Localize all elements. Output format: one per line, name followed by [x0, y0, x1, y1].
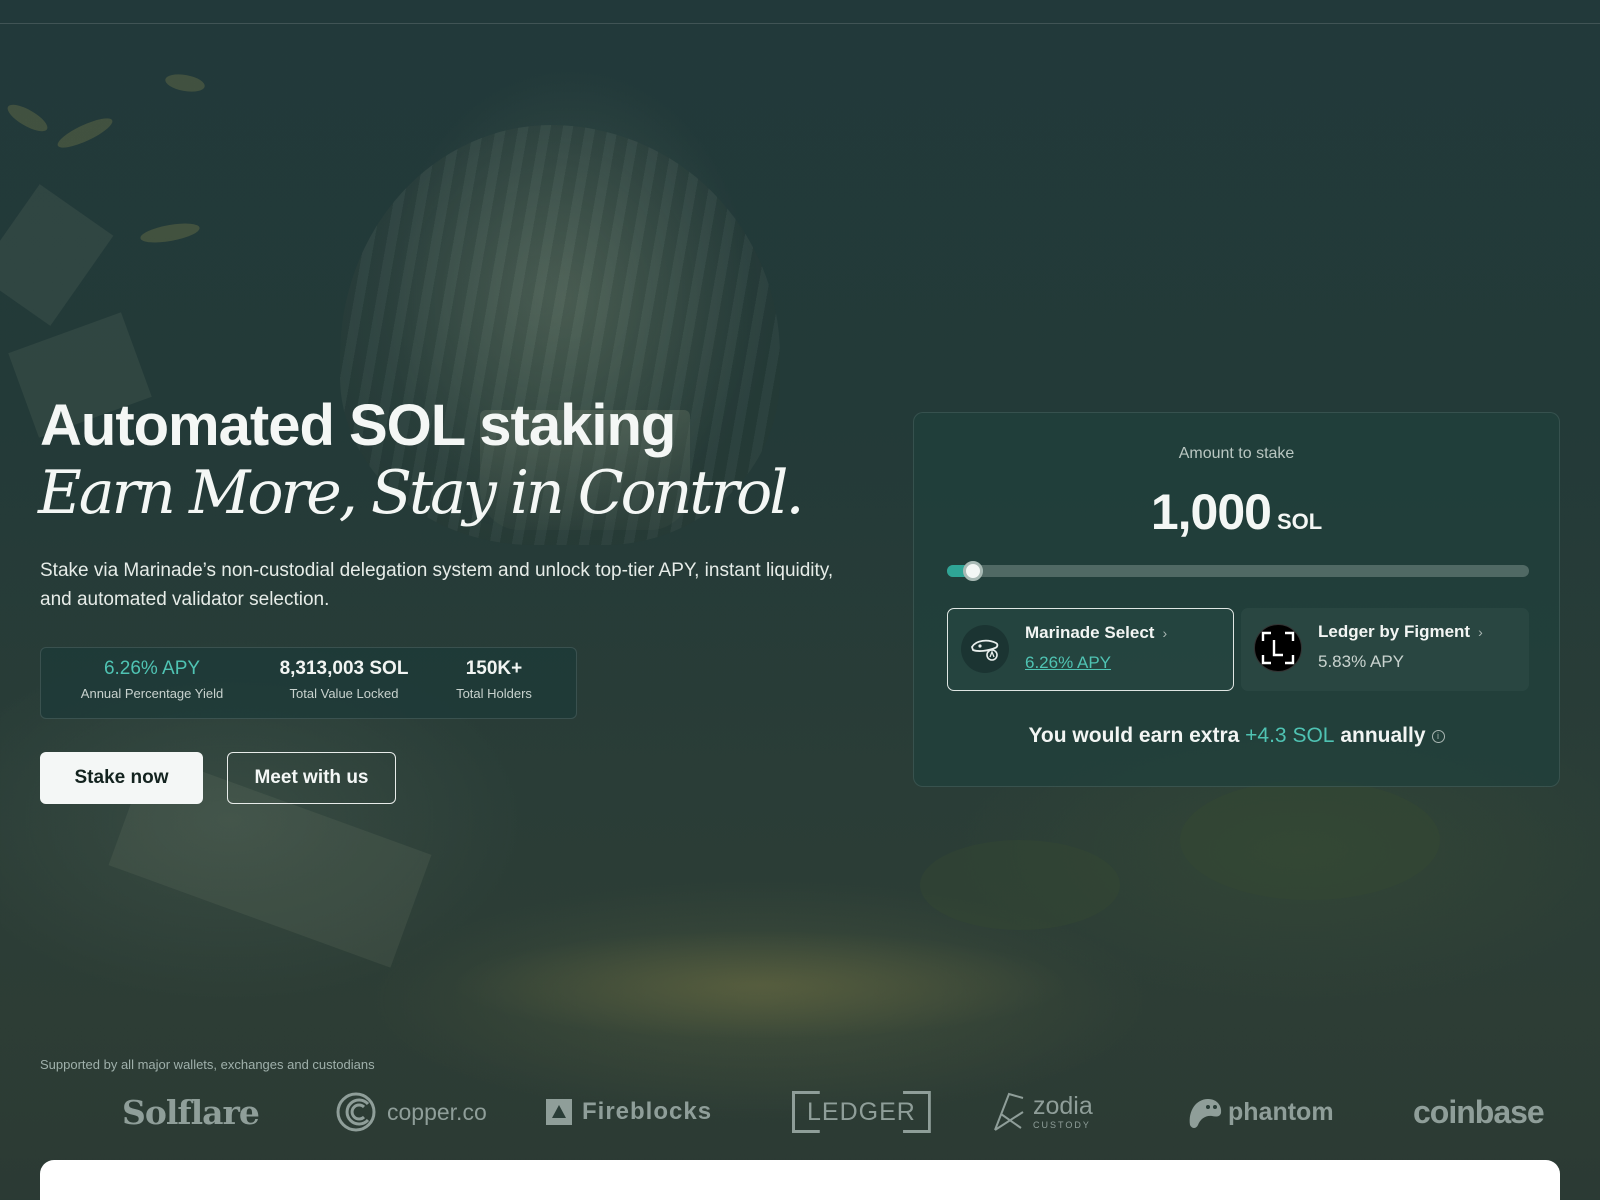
validator-option-ledger-by-figment[interactable]: Ledger by Figment › 5.83% APY: [1241, 608, 1529, 691]
meet-with-us-button[interactable]: Meet with us: [227, 752, 396, 804]
hero-subtitle: Earn More, Stay in Control.: [38, 458, 805, 528]
amount-slider-handle[interactable]: [963, 561, 984, 581]
stat-apy: 6.26% APY Annual Percentage Yield: [73, 658, 231, 701]
earnings-suffix: annually: [1340, 724, 1426, 747]
copper-logo: copper.co: [335, 1090, 487, 1134]
background-paper: [0, 184, 114, 326]
chevron-right-icon: ›: [1478, 624, 1483, 640]
ledger-logo: LEDGER: [792, 1090, 931, 1134]
earnings-prefix: You would earn extra: [1028, 724, 1240, 747]
stat-apy-value: 6.26% APY: [103, 658, 201, 679]
validator-name: Marinade Select ›: [1025, 623, 1167, 643]
background-coin: [163, 71, 207, 95]
amount-label: Amount to stake: [1178, 445, 1295, 462]
phantom-logo: phantom: [1186, 1090, 1334, 1134]
zodia-logo-icon: [994, 1092, 1024, 1131]
fireblocks-logo: Fireblocks: [546, 1090, 712, 1134]
header-divider: [0, 23, 1600, 24]
coinbase-logo: coinbase: [1413, 1093, 1545, 1130]
stat-apy-label: Annual Percentage Yield: [80, 686, 224, 701]
stats-panel: 6.26% APY Annual Percentage Yield 8,313,…: [40, 647, 577, 719]
earnings-value: +4.3 SOL: [1245, 724, 1335, 747]
amount-unit: SOL: [1276, 509, 1323, 534]
earnings-estimate: You would earn extra +4.3 SOL annually i: [914, 724, 1559, 748]
chevron-right-icon: ›: [1162, 625, 1168, 641]
zodia-logo: zodia CUSTODY: [991, 1090, 1093, 1134]
bottom-content-panel: [40, 1160, 1560, 1200]
stat-tvl-value: 8,313,003 SOL: [279, 658, 409, 679]
hero-title: Automated SOL staking: [40, 393, 676, 458]
background-coin: [54, 113, 116, 153]
info-icon[interactable]: i: [1431, 729, 1445, 743]
zodia-logo-text-group: zodia CUSTODY: [1033, 1094, 1093, 1130]
background-coin: [139, 219, 201, 247]
validator-option-marinade-select[interactable]: Marinade Select › 6.26% APY: [947, 608, 1234, 691]
supported-by-label: Supported by all major wallets, exchange…: [40, 1057, 375, 1072]
phantom-ghost-icon: [1189, 1099, 1222, 1128]
amount-value: 1,000: [1150, 484, 1272, 540]
amount-display: 1,000 SOL: [914, 483, 1559, 541]
stake-now-button[interactable]: Stake now: [40, 752, 203, 804]
copper-logo-icon: [336, 1092, 376, 1132]
validator-name-text: Marinade Select: [1025, 623, 1155, 642]
validator-name-text: Ledger by Figment: [1318, 622, 1471, 641]
zodia-logo-subtext: CUSTODY: [1033, 1120, 1091, 1130]
hero-description: Stake via Marinade’s non-custodial deleg…: [40, 560, 834, 610]
validator-name: Ledger by Figment ›: [1318, 622, 1483, 642]
solflare-logo: Solflare: [122, 1092, 260, 1132]
stat-holders-value: 150K+: [465, 658, 523, 679]
amount-slider[interactable]: [947, 561, 1529, 581]
stat-tvl-label: Total Value Locked: [289, 686, 399, 701]
copper-logo-text: copper.co: [387, 1098, 487, 1125]
phantom-logo-text: phantom: [1228, 1097, 1334, 1126]
fireblocks-logo-icon: [546, 1099, 572, 1125]
stat-holders-label: Total Holders: [456, 686, 532, 701]
marinade-logo-icon: [961, 625, 1009, 673]
validator-apy[interactable]: 6.26% APY: [1025, 653, 1111, 673]
validator-apy: 5.83% APY: [1318, 652, 1405, 671]
stat-tvl: 8,313,003 SOL Total Value Locked: [276, 658, 412, 701]
fireblocks-logo-text: Fireblocks: [582, 1098, 713, 1125]
background-bush: [1180, 780, 1440, 900]
stat-holders: 150K+ Total Holders: [451, 658, 537, 701]
stake-calculator-card: Amount to stake 1,000 SOL Marinade Select…: [913, 412, 1560, 787]
background-bush: [920, 840, 1120, 930]
ledger-logo-frame: LEDGER: [792, 1091, 931, 1133]
ledger-logo-icon: [1254, 624, 1302, 672]
background-coin: [4, 99, 51, 137]
ledger-logo-text: LEDGER: [807, 1097, 916, 1126]
background-coin-pile: [450, 930, 1070, 1040]
zodia-logo-text: zodia: [1033, 1092, 1093, 1120]
